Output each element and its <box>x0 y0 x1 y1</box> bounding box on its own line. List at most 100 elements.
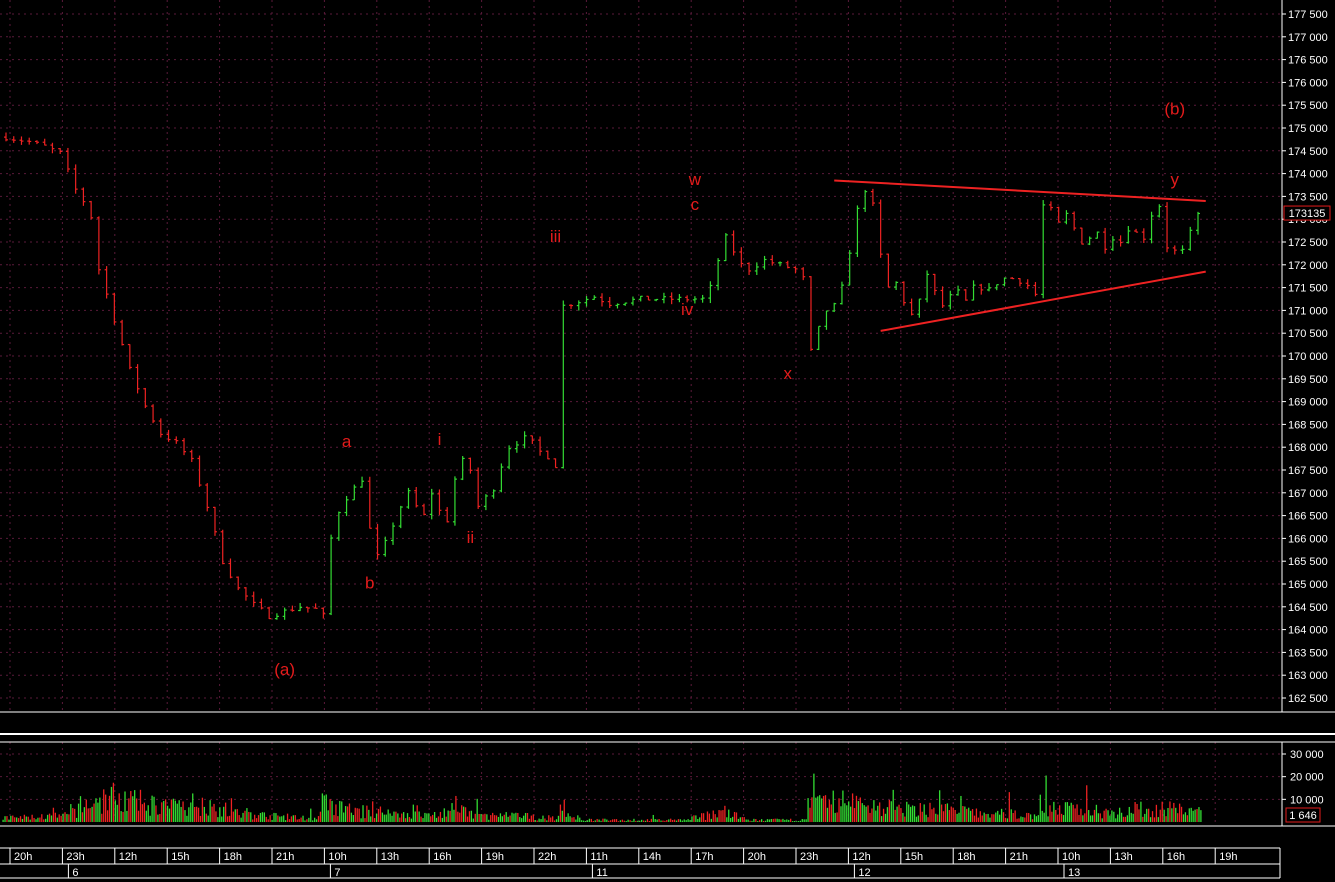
ohlc-bar <box>220 529 225 565</box>
price-tick-label: 166 500 <box>1288 511 1328 523</box>
ohlc-bar <box>646 295 651 301</box>
ohlc-bar <box>1157 204 1162 218</box>
ohlc-bar <box>1110 236 1115 251</box>
ohlc-bar <box>104 266 109 299</box>
ohlc-bar <box>963 289 968 301</box>
hour-label: 14h <box>643 851 661 863</box>
ohlc-bar <box>344 495 349 517</box>
ohlc-bar <box>174 436 179 444</box>
wave-label: (a) <box>274 660 295 679</box>
ohlc-bar <box>120 319 125 346</box>
price-tick-label: 177 000 <box>1288 32 1328 44</box>
ohlc-bar <box>437 489 442 515</box>
ohlc-bar <box>329 534 334 616</box>
ohlc-bar <box>11 136 16 143</box>
price-bars <box>4 132 1200 620</box>
ohlc-bar <box>708 281 713 304</box>
ohlc-bar <box>917 298 922 318</box>
hour-label: 18h <box>957 851 975 863</box>
price-tick-label: 167 000 <box>1288 488 1328 500</box>
ohlc-bar <box>1095 231 1100 239</box>
ohlc-bar <box>4 132 8 142</box>
hour-label: 17h <box>695 851 713 863</box>
ohlc-bar <box>483 494 488 511</box>
price-tick-label: 164 000 <box>1288 625 1328 637</box>
price-tick-label: 167 500 <box>1288 465 1328 477</box>
day-label: 6 <box>72 867 78 879</box>
ohlc-bar <box>778 261 783 267</box>
price-tick-label: 171 000 <box>1288 305 1328 317</box>
ohlc-bar <box>925 270 930 303</box>
wave-label: ii <box>467 528 475 547</box>
ohlc-bar <box>979 283 984 295</box>
ohlc-bar <box>1002 277 1007 287</box>
ohlc-bar <box>870 188 875 206</box>
price-tick-label: 169 500 <box>1288 374 1328 386</box>
hour-label: 21h <box>276 851 294 863</box>
price-tick-label: 163 500 <box>1288 647 1328 659</box>
price-tick-label: 165 000 <box>1288 579 1328 591</box>
ohlc-bar <box>808 276 813 351</box>
ohlc-bar <box>127 343 132 370</box>
ohlc-bar <box>561 300 566 469</box>
ohlc-bar <box>507 445 512 470</box>
ohlc-bar <box>553 458 558 469</box>
ohlc-bar <box>692 296 697 304</box>
ohlc-bar <box>901 281 906 306</box>
hour-label: 16h <box>433 851 451 863</box>
ohlc-bar <box>1180 245 1185 254</box>
ohlc-bar <box>290 605 295 612</box>
volume-tick-label: 10 000 <box>1290 794 1324 806</box>
ohlc-bar <box>716 258 721 291</box>
price-tick-label: 162 500 <box>1288 693 1328 705</box>
price-tick-label: 168 000 <box>1288 442 1328 454</box>
price-tick-label: 173 500 <box>1288 191 1328 203</box>
day-label: 12 <box>858 867 870 879</box>
ohlc-bar <box>1172 245 1177 255</box>
ohlc-bar <box>236 576 241 591</box>
ohlc-bar <box>1064 210 1069 225</box>
ohlc-bar <box>1033 281 1038 297</box>
ohlc-bar <box>801 267 806 281</box>
ohlc-bar <box>182 438 187 456</box>
ohlc-bar <box>267 606 272 620</box>
ohlc-bar <box>468 457 473 474</box>
price-tick-label: 165 500 <box>1288 556 1328 568</box>
ohlc-bar <box>770 255 775 266</box>
hour-label: 15h <box>171 851 189 863</box>
ohlc-bar <box>723 233 728 262</box>
ohlc-bar <box>847 250 852 286</box>
ohlc-bar <box>994 284 999 291</box>
price-tick-label: 174 500 <box>1288 146 1328 158</box>
day-label: 7 <box>334 867 340 879</box>
ohlc-bar <box>212 506 217 536</box>
ohlc-bar <box>1017 277 1022 287</box>
ohlc-bar <box>1196 211 1200 235</box>
ohlc-bar <box>762 255 767 270</box>
ohlc-bar <box>607 296 612 309</box>
ohlc-bar <box>499 463 504 493</box>
ohlc-bar <box>375 523 380 560</box>
ohlc-bar <box>886 253 891 288</box>
hour-label: 12h <box>852 851 870 863</box>
ohlc-bar <box>313 603 318 609</box>
ohlc-bar <box>754 262 759 275</box>
ohlc-bar <box>89 200 94 220</box>
ohlc-bar <box>398 505 403 529</box>
ohlc-bar <box>73 164 78 194</box>
volume-tick-label: 30 000 <box>1290 749 1324 761</box>
ohlc-bar <box>197 455 202 487</box>
wave-labels: (a)abiiiiiiivwcx(b)y <box>274 99 1185 679</box>
price-tick-label: 177 500 <box>1288 9 1328 21</box>
ohlc-bar <box>584 296 589 307</box>
ohlc-bar <box>530 435 535 444</box>
day-label: 11 <box>596 867 607 879</box>
wave-label: iv <box>681 300 694 319</box>
ohlc-bar <box>1165 202 1170 253</box>
ohlc-bar <box>824 310 829 330</box>
ohlc-bar <box>445 507 450 523</box>
hour-label: 13h <box>1114 851 1132 863</box>
ohlc-bar <box>1126 226 1131 244</box>
ohlc-bar <box>158 418 163 438</box>
ohlc-bar <box>878 199 883 258</box>
